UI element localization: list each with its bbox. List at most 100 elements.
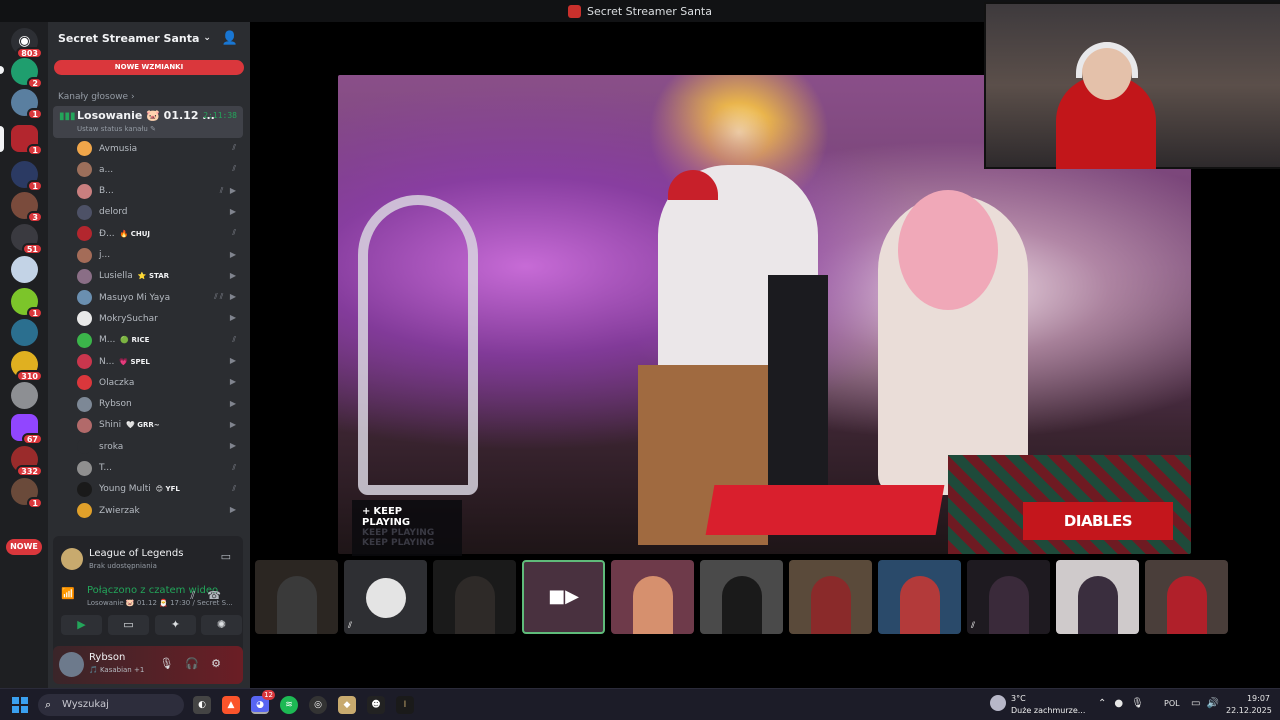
server-icon[interactable]: 51 bbox=[11, 224, 43, 255]
voice-member[interactable]: Olaczka ▶ bbox=[77, 372, 242, 393]
noise-suppression-icon[interactable]: ⫽ bbox=[190, 589, 207, 602]
server-icon[interactable]: 310 bbox=[11, 351, 43, 382]
voice-member[interactable]: j... ▶ bbox=[77, 245, 242, 266]
member-status-icon: ▶ bbox=[229, 313, 238, 323]
server-icon[interactable]: 1 bbox=[11, 89, 43, 120]
app-tray-icon[interactable]: ● bbox=[1114, 698, 1131, 709]
server-icon[interactable] bbox=[11, 382, 38, 409]
channel-status[interactable]: Ustaw status kanału ✎ bbox=[77, 125, 156, 133]
unread-badge: 3 bbox=[27, 211, 43, 223]
activities-button[interactable]: ✦ bbox=[155, 615, 196, 635]
server-icon-selected[interactable]: 1 bbox=[11, 125, 43, 156]
server-icon[interactable]: 1 bbox=[11, 161, 43, 192]
riot-icon[interactable]: Ⅰ bbox=[396, 696, 414, 714]
voice-member[interactable]: delord ▶ bbox=[77, 202, 242, 223]
participant-thumb[interactable] bbox=[789, 560, 872, 634]
voice-member[interactable]: a... ⫽ bbox=[77, 159, 242, 180]
voice-member[interactable]: B... ⫽ ▶ bbox=[77, 181, 242, 202]
member-status-icon: ▶ bbox=[229, 377, 238, 387]
invite-people-icon[interactable]: 👤 bbox=[222, 31, 238, 46]
unread-badge: 310 bbox=[16, 370, 43, 382]
server-icon[interactable] bbox=[11, 319, 38, 346]
participant-thumb[interactable]: ⫽ bbox=[967, 560, 1050, 634]
network-icon[interactable]: ▭ bbox=[1191, 698, 1206, 709]
participant-thumb[interactable] bbox=[433, 560, 516, 634]
discord-taskbar-icon[interactable]: ◕ 12 bbox=[251, 690, 275, 714]
language-indicator[interactable]: POL bbox=[1164, 699, 1180, 708]
taskbar-clock[interactable]: 19:07 22.12.2025 bbox=[1226, 693, 1272, 717]
voice-channel[interactable]: ▮▮▮ Losowanie 🐷 01.12 ... Ustaw status k… bbox=[53, 106, 243, 138]
microphone-tray-icon[interactable]: 🎙 bbox=[1131, 698, 1152, 709]
new-pill[interactable]: NOWE bbox=[6, 539, 42, 555]
pink-hair bbox=[898, 190, 998, 310]
avatar bbox=[77, 460, 92, 476]
category-voice-channels[interactable]: Kanały głosowe › bbox=[58, 92, 135, 102]
app-icon[interactable]: ☻ bbox=[367, 696, 385, 714]
microphone-icon[interactable]: 🎙 bbox=[159, 657, 185, 670]
discord-home-icon[interactable]: ◉ 803 bbox=[11, 28, 43, 59]
member-name: M... bbox=[99, 335, 116, 346]
voice-member[interactable]: T... ⫽ bbox=[77, 458, 242, 479]
volume-icon[interactable]: 🔊 bbox=[1206, 698, 1224, 709]
unread-badge: 332 bbox=[16, 465, 43, 477]
avatar bbox=[77, 247, 92, 263]
twitch-server-icon[interactable]: 67 bbox=[11, 414, 43, 445]
voice-member[interactable]: Zwierzak ▶ bbox=[77, 500, 242, 521]
participant-thumb[interactable] bbox=[1145, 560, 1228, 634]
clock-date: 22.12.2025 bbox=[1226, 706, 1272, 715]
windows-start-icon[interactable] bbox=[12, 697, 28, 713]
user-panel: Rybson 🎵 Kasabian +1 🎙🎧⚙ bbox=[53, 646, 243, 684]
voice-member[interactable]: Masuyo Mi Yaya ⫽⫽ ▶ bbox=[77, 287, 242, 308]
signal-icon[interactable]: 📶 bbox=[61, 587, 75, 600]
server-name: Secret Streamer Santa bbox=[58, 31, 200, 45]
chevron-up-icon[interactable]: ⌃ bbox=[1098, 698, 1114, 709]
brave-icon[interactable]: ▲ bbox=[222, 696, 240, 714]
voice-member[interactable]: N... 💗 SPEL ▶ bbox=[77, 351, 242, 372]
server-icon[interactable]: 332 bbox=[11, 446, 43, 477]
server-icon[interactable]: 2 bbox=[11, 58, 43, 89]
voice-member[interactable]: MokrySuchar ▶ bbox=[77, 308, 242, 329]
server-icon[interactable]: 1 bbox=[11, 288, 43, 319]
server-icon[interactable]: 3 bbox=[11, 192, 43, 223]
voice-member[interactable]: Lusiella ⭐ STAR ▶ bbox=[77, 266, 242, 287]
soundboard-button[interactable]: ✺ bbox=[201, 615, 242, 635]
disconnect-icon[interactable]: ☎ bbox=[207, 589, 233, 602]
participant-thumb-self[interactable]: ■▶ bbox=[522, 560, 605, 634]
headphones-icon[interactable]: 🎧 bbox=[185, 657, 211, 670]
member-tag: 🔥 CHUJ bbox=[119, 229, 150, 238]
voice-member[interactable]: sroka ▶ bbox=[77, 436, 242, 457]
voice-member[interactable]: Avmusia ⫽ bbox=[77, 138, 242, 159]
gear-icon[interactable]: ⚙ bbox=[211, 657, 233, 670]
participant-thumb[interactable] bbox=[878, 560, 961, 634]
voice-member[interactable]: M... 🟢 RICE ⫽ bbox=[77, 330, 242, 351]
gaming-chair bbox=[358, 195, 478, 495]
participant-thumb[interactable]: ⫽ bbox=[344, 560, 427, 634]
screen-share-button[interactable]: ▭ bbox=[108, 615, 149, 635]
voice-member[interactable]: Rybson ▶ bbox=[77, 394, 242, 415]
game-name: League of Legends bbox=[89, 548, 184, 559]
spotify-icon[interactable]: ≋ bbox=[280, 696, 298, 714]
camera-button[interactable]: ▶ bbox=[61, 615, 102, 635]
new-mentions-button[interactable]: NOWE WZMIANKI bbox=[54, 60, 244, 75]
voice-member[interactable]: Shini 🤍 GRR~ ▶ bbox=[77, 415, 242, 436]
pip-video[interactable] bbox=[984, 2, 1280, 169]
league-icon[interactable]: ◆ bbox=[338, 696, 356, 714]
avatar[interactable] bbox=[59, 652, 84, 677]
participant-thumb[interactable] bbox=[255, 560, 338, 634]
user-name: Rybson bbox=[89, 652, 126, 663]
app-icon[interactable]: ◐ bbox=[193, 696, 211, 714]
obs-icon[interactable]: ◎ bbox=[309, 696, 327, 714]
participant-thumb[interactable] bbox=[611, 560, 694, 634]
voice-member[interactable]: Đ... 🔥 CHUJ ⫽ bbox=[77, 223, 242, 244]
participant-thumb[interactable] bbox=[1056, 560, 1139, 634]
sponsor-badge: DIABLES bbox=[1023, 502, 1173, 540]
voice-member[interactable]: Young Multi 😊 YFL ⫽ bbox=[77, 479, 242, 500]
screen-share-icon[interactable]: ▭ bbox=[221, 550, 231, 563]
server-icon[interactable] bbox=[11, 256, 38, 283]
member-name: T... bbox=[99, 463, 113, 473]
server-icon[interactable]: 1 bbox=[11, 478, 43, 509]
taskbar-search[interactable]: ⌕ Wyszukaj bbox=[38, 694, 184, 716]
search-placeholder: Wyszukaj bbox=[62, 699, 109, 710]
participant-thumb[interactable] bbox=[700, 560, 783, 634]
server-header[interactable]: Secret Streamer Santa ⌄ 👤 bbox=[48, 22, 250, 54]
